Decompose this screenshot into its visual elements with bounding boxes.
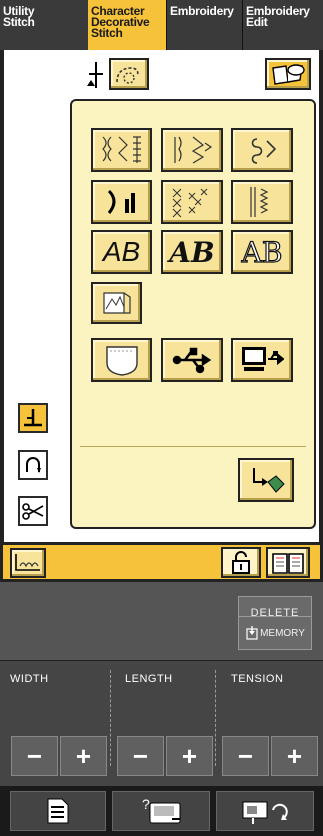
tab-embroidery[interactable]: Embroidery — [166, 0, 242, 50]
needle-position-icon — [86, 60, 104, 90]
gothic-font-icon: AB — [102, 236, 141, 267]
tension-plus-button[interactable]: + — [271, 736, 318, 776]
tab-embroidery-edit[interactable]: Embroidery Edit — [242, 0, 323, 50]
cross-pattern-button[interactable] — [161, 180, 223, 224]
cross-stitch-button[interactable] — [231, 128, 293, 172]
cross-stitch-icon — [251, 138, 277, 164]
lock-icon — [232, 550, 250, 574]
tab-embroidery-edit-label2: Edit — [246, 15, 268, 29]
panel-divider — [80, 446, 306, 447]
switch-mode-icon — [242, 801, 288, 824]
tension-minus-button[interactable]: − — [222, 736, 269, 776]
outline-font-button[interactable]: AB — [231, 230, 293, 274]
tab-utility-stitch-label2: Stitch — [3, 15, 35, 29]
character-stitch-button[interactable] — [91, 180, 152, 224]
machine-help-icon: ? — [142, 796, 181, 824]
manual-button[interactable] — [265, 58, 311, 90]
needle-up-down-icon — [26, 457, 41, 473]
help-button[interactable]: ? — [112, 791, 210, 831]
tab-utility-stitch[interactable]: Utility Stitch — [0, 0, 88, 50]
memory-icon — [246, 626, 258, 640]
usb-button[interactable] — [161, 338, 223, 382]
separator-2 — [215, 670, 216, 766]
satin-stitch-icon — [174, 136, 213, 164]
needle-up-down-button[interactable] — [18, 450, 48, 480]
zigzag-stitch-button[interactable] — [231, 180, 293, 224]
length-plus-button[interactable]: + — [166, 736, 213, 776]
cross-pattern-icon — [172, 188, 208, 218]
pocket-memory-button[interactable] — [91, 338, 152, 382]
tab-character-label3: Stitch — [91, 26, 123, 40]
stitch-preview-icon — [15, 554, 40, 571]
embroidery-switch-button[interactable] — [216, 791, 314, 831]
script-font-button[interactable]: AB — [161, 230, 223, 274]
thread-cut-button[interactable] — [18, 496, 48, 526]
satin-stitch-button[interactable] — [161, 128, 223, 172]
presser-foot-button[interactable] — [18, 403, 48, 433]
embroidery-transfer-button[interactable] — [238, 458, 294, 502]
outline-font-icon: AB — [241, 235, 283, 269]
length-minus-button[interactable]: − — [117, 736, 164, 776]
sewing-machine-screen: Utility Stitch Character Decorative Stit… — [0, 0, 323, 836]
memory-button[interactable]: MEMORY — [238, 616, 312, 650]
computer-icon — [242, 347, 284, 371]
lock-button[interactable] — [221, 547, 261, 578]
svg-text:?: ? — [142, 796, 150, 812]
my-custom-stitch-button[interactable] — [91, 282, 142, 324]
length-label: LENGTH — [125, 673, 173, 685]
gothic-font-button[interactable]: AB — [91, 230, 152, 274]
my-custom-stitch-icon — [102, 292, 131, 314]
tab-character-decorative-stitch[interactable]: Character Decorative Stitch — [88, 0, 166, 50]
character-stitch-icon — [107, 189, 135, 214]
presser-foot-icon — [24, 409, 42, 427]
tension-label: TENSION — [231, 673, 284, 685]
zigzag-stitch-icon — [250, 187, 269, 217]
usb-icon — [172, 347, 212, 374]
pocket-memory-icon — [105, 346, 138, 376]
width-minus-button[interactable]: − — [11, 736, 58, 776]
pointer-icon — [253, 468, 285, 493]
decorative-stitch-button[interactable] — [91, 128, 152, 172]
memory-label: MEMORY — [260, 627, 305, 639]
script-font-icon: AB — [169, 235, 215, 269]
scissors-icon — [22, 503, 44, 520]
thread-cutter-button[interactable] — [109, 58, 149, 90]
manual-open-button[interactable] — [266, 547, 310, 578]
tab-embroidery-label: Embroidery — [170, 4, 234, 18]
computer-button[interactable] — [231, 338, 293, 382]
separator-1 — [110, 670, 111, 766]
decorative-stitch-icon — [101, 136, 141, 163]
settings-list-icon — [47, 798, 69, 824]
width-plus-button[interactable]: + — [60, 736, 107, 776]
settings-button[interactable] — [10, 791, 106, 831]
width-label: WIDTH — [10, 673, 49, 685]
book-icon — [272, 552, 304, 574]
stitch-preview-button[interactable] — [10, 548, 46, 578]
